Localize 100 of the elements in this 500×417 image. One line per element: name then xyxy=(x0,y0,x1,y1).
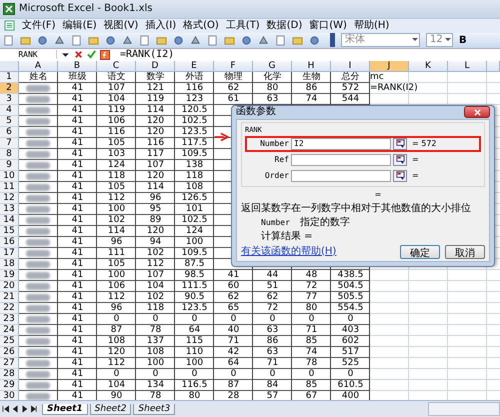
table-cell: 77 xyxy=(306,292,318,302)
table-cell: 41 xyxy=(72,226,84,236)
blurred-text xyxy=(26,194,50,202)
row-header[interactable]: 10 xyxy=(0,170,19,182)
table-cell: 41 xyxy=(72,148,84,159)
column-header[interactable]: D xyxy=(136,60,175,72)
column-header[interactable]: K xyxy=(409,60,448,72)
range-picker-button[interactable] xyxy=(393,170,407,182)
table-cell: 106 xyxy=(108,280,126,291)
cancel-button[interactable]: 取消 xyxy=(445,244,485,259)
range-picker-button[interactable] xyxy=(393,138,407,150)
table-cell: 84 xyxy=(266,380,278,390)
table-cell: 87 xyxy=(228,380,240,390)
row-header[interactable]: 1 xyxy=(0,72,19,83)
column-header[interactable]: A xyxy=(19,60,58,72)
row-header[interactable]: 4 xyxy=(0,104,19,116)
column-header[interactable]: B xyxy=(58,60,97,72)
workbook-icon[interactable] xyxy=(4,20,15,32)
menu-item[interactable]: 工具(T) xyxy=(226,20,260,32)
row-header[interactable]: 2 xyxy=(0,82,19,94)
table-cell: 572 xyxy=(342,82,360,93)
font-dropdown[interactable]: 宋体 xyxy=(341,33,420,48)
font-size-dropdown[interactable]: 12 xyxy=(426,33,453,48)
menu-item[interactable]: 插入(I) xyxy=(145,20,176,32)
range-picker-icon xyxy=(396,171,404,180)
argument-field[interactable] xyxy=(291,154,391,166)
table-cell: 0 xyxy=(114,314,120,324)
row-header[interactable]: 15 xyxy=(0,226,19,237)
row-header[interactable]: 26 xyxy=(0,346,19,358)
table-cell: 438.5 xyxy=(338,270,364,280)
row-header[interactable]: 11 xyxy=(0,182,19,193)
row-header[interactable]: 27 xyxy=(0,358,19,369)
column-header[interactable]: J xyxy=(370,60,409,72)
row-header[interactable]: 7 xyxy=(0,138,19,149)
table-cell: 41 xyxy=(72,116,84,126)
row-header[interactable]: 29 xyxy=(0,380,19,391)
column-header[interactable]: C xyxy=(97,60,136,72)
row-header[interactable]: 6 xyxy=(0,126,19,138)
toolbar-grip[interactable] xyxy=(330,33,335,48)
close-button[interactable] xyxy=(464,106,490,118)
row-header[interactable]: 3 xyxy=(0,94,19,105)
table-cell: 108 xyxy=(146,346,164,357)
bold-button[interactable]: B xyxy=(459,34,467,46)
table-cell: 126.5 xyxy=(182,192,208,203)
table-cell: 118 xyxy=(186,170,204,181)
row-header[interactable]: 14 xyxy=(0,214,19,226)
row-header[interactable]: 20 xyxy=(0,280,19,292)
argument-field[interactable]: I2 xyxy=(291,138,391,150)
menu-item[interactable]: 文件(F) xyxy=(22,20,56,32)
row-header[interactable]: 19 xyxy=(0,270,19,281)
table-cell: 116 xyxy=(146,138,164,148)
row-header[interactable]: 9 xyxy=(0,160,19,171)
blurred-text xyxy=(26,172,50,180)
table-cell: 102 xyxy=(146,248,164,258)
cancel-icon[interactable] xyxy=(74,50,83,60)
row-header[interactable]: 25 xyxy=(0,336,19,347)
row-header[interactable]: 24 xyxy=(0,324,19,336)
menu-item[interactable]: 帮助(H) xyxy=(354,20,390,32)
menu-item[interactable]: 窗口(W) xyxy=(309,20,347,32)
column-header[interactable]: H xyxy=(292,60,331,72)
table-cell: 41 xyxy=(72,138,84,148)
argument-result: = 572 xyxy=(412,138,437,150)
spreadsheet-icon xyxy=(3,2,15,15)
row-header[interactable]: 16 xyxy=(0,236,19,248)
table-cell: 41 xyxy=(72,324,84,335)
row-header[interactable]: 17 xyxy=(0,248,19,259)
argument-field[interactable] xyxy=(291,170,391,182)
row-header[interactable]: 12 xyxy=(0,192,19,204)
menu-item[interactable]: 视图(V) xyxy=(104,20,138,32)
range-picker-button[interactable] xyxy=(393,154,407,166)
help-link[interactable]: 有关该函数的帮助(H) xyxy=(241,246,395,258)
row-header[interactable]: 22 xyxy=(0,302,19,314)
column-header[interactable]: I xyxy=(331,60,370,72)
menu-item[interactable]: 格式(O) xyxy=(183,20,219,32)
sheet-tab[interactable]: Sheet2 xyxy=(90,404,132,415)
column-header[interactable]: L xyxy=(448,60,487,72)
row-header[interactable]: 21 xyxy=(0,292,19,303)
table-cell: 44 xyxy=(266,270,278,280)
column-header[interactable]: F xyxy=(214,60,253,72)
menu-item[interactable]: 数据(D) xyxy=(266,20,302,32)
sheet-tab[interactable]: Sheet1 xyxy=(42,404,88,415)
menu-item[interactable]: 编辑(E) xyxy=(62,20,97,32)
table-cell: 0 xyxy=(192,368,198,379)
row-header[interactable]: 28 xyxy=(0,368,19,380)
sheet-tab[interactable]: Sheet3 xyxy=(133,404,176,415)
column-header[interactable]: G xyxy=(253,60,292,72)
row-header[interactable]: 13 xyxy=(0,204,19,215)
table-cell: 78 xyxy=(150,390,162,400)
row-header[interactable]: 5 xyxy=(0,116,19,127)
argument-label: Ref xyxy=(274,154,289,166)
insert-function-icon[interactable] xyxy=(100,50,110,60)
row-header[interactable]: 8 xyxy=(0,148,19,160)
table-cell: 86 xyxy=(266,336,278,346)
checkmark-icon[interactable] xyxy=(87,50,96,60)
formula-field[interactable]: =RANK(I2) xyxy=(120,49,174,60)
row-header[interactable]: 23 xyxy=(0,314,19,325)
horizontal-scrollbar[interactable] xyxy=(428,402,500,416)
column-header[interactable]: E xyxy=(175,60,214,72)
row-header[interactable]: 18 xyxy=(0,258,19,270)
ok-button[interactable]: 确定 xyxy=(400,244,440,259)
